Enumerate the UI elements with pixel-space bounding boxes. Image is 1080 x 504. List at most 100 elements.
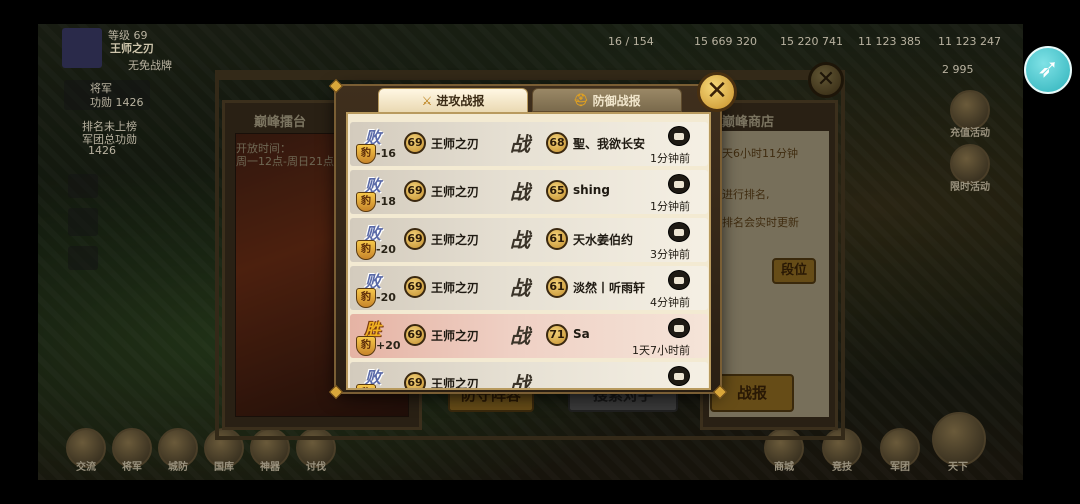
crusade-label: 讨伐 bbox=[306, 462, 326, 473]
battle-report-dialog: ⚔ 进攻战报 ⛑ 防御战报 败豹 -16 69 王师之刃战 68 聖、我欲长安 1分钟前败豹… bbox=[328, 78, 728, 400]
rank-badge-icon: 豹 bbox=[356, 336, 376, 356]
player-name: 王师之刃 bbox=[110, 42, 154, 55]
world-label: 天下 bbox=[948, 462, 968, 473]
my-level-badge: 69 bbox=[404, 324, 426, 346]
my-level-badge: 69 bbox=[404, 276, 426, 298]
my-level-badge: 69 bbox=[404, 132, 426, 154]
vs-label: 战 bbox=[510, 324, 530, 348]
report-row[interactable]: 败豹 -20 69 王师之刃 战 61 淡然丨听雨轩 4分钟前 bbox=[350, 266, 708, 310]
artifact-label: 神器 bbox=[260, 462, 280, 473]
my-name: 王师之刃 bbox=[431, 137, 480, 151]
crossed-swords-icon: ⚔ bbox=[421, 93, 433, 108]
player-avatar[interactable] bbox=[62, 28, 102, 68]
opponent-name: 天水姜伯约 bbox=[573, 233, 634, 247]
rank-badge-icon: 豹 bbox=[356, 384, 376, 388]
report-row[interactable]: 胜豹 +20 69 王师之刃 战 71 Sa 1天7小时前 bbox=[350, 314, 708, 358]
opponent-name: shing bbox=[573, 183, 610, 197]
rank-badge-icon: 豹 bbox=[356, 240, 376, 260]
arena-close-icon[interactable]: ✕ bbox=[808, 62, 844, 98]
rocket-icon[interactable]: ➶ bbox=[1024, 46, 1072, 94]
tab-defense-report[interactable]: ⛑ 防御战报 bbox=[532, 88, 682, 112]
score-delta: +20 bbox=[376, 339, 401, 352]
result-label: 胜 bbox=[364, 320, 381, 339]
opponent-name: 聖、我欲长安 bbox=[573, 137, 646, 151]
report-row[interactable]: 败豹 -20 69 王师之刃 战 61 天水姜伯约 3分钟前 bbox=[350, 218, 708, 262]
tab-attack-label: 进攻战报 bbox=[436, 94, 485, 108]
my-name: 王师之刃 bbox=[431, 233, 480, 247]
shop-countdown: 天6小时11分钟 bbox=[722, 147, 798, 160]
limited-activity-label: 限时活动 bbox=[950, 182, 990, 193]
mail-icon[interactable] bbox=[68, 174, 98, 198]
vs-label: 战 bbox=[510, 276, 530, 300]
report-time: 1分钟前 bbox=[650, 152, 690, 165]
rank-tier-button[interactable]: 段位 bbox=[772, 258, 816, 284]
opponent-level-badge: 68 bbox=[546, 132, 568, 154]
replay-video-icon[interactable] bbox=[668, 126, 690, 146]
result-label: 败 bbox=[364, 224, 381, 243]
opponent-name: 淡然丨听雨轩 bbox=[573, 281, 646, 295]
opponent-level-badge: 61 bbox=[546, 276, 568, 298]
vs-label: 战 bbox=[510, 372, 530, 390]
report-list-container[interactable]: 败豹 -16 69 王师之刃战 68 聖、我欲长安 1分钟前败豹 -18 69 王师之刃战 65 sh… bbox=[346, 112, 711, 390]
resource-food: 15 220 741 bbox=[780, 35, 843, 48]
arena-open-time: 周一12点-周日21点 bbox=[236, 155, 334, 168]
vs-label: 战 bbox=[510, 180, 530, 204]
resource-gold: 15 669 320 bbox=[694, 35, 757, 48]
replay-video-icon[interactable] bbox=[668, 270, 690, 290]
resource-troops: 16 / 154 bbox=[608, 35, 654, 48]
helmet-icon: ⛑ bbox=[573, 93, 589, 107]
rank-badge-icon: 豹 bbox=[356, 288, 376, 308]
my-name: 王师之刃 bbox=[431, 185, 480, 199]
opponent-level-badge: 71 bbox=[546, 324, 568, 346]
report-row[interactable]: 败豹 -16 69 王师之刃 战 68 聖、我欲长安 1分钟前 bbox=[350, 122, 708, 166]
score-delta: -18 bbox=[376, 195, 396, 208]
resource-gems: 2 995 bbox=[942, 63, 974, 76]
shop-note-2: 排名会实时更新 bbox=[722, 216, 799, 229]
general-label: 将军 bbox=[122, 462, 142, 473]
my-level-badge: 69 bbox=[404, 228, 426, 250]
tab-defense-label: 防御战报 bbox=[592, 93, 641, 108]
shop-note-1: 进行排名, bbox=[722, 188, 770, 201]
close-icon[interactable]: ✕ bbox=[697, 72, 737, 112]
city-defense-label: 城防 bbox=[168, 462, 188, 473]
my-name: 王师之刃 bbox=[431, 281, 480, 295]
score-delta: -16 bbox=[376, 147, 396, 160]
recharge-activity-label: 充值活动 bbox=[950, 128, 990, 139]
replay-video-icon[interactable] bbox=[668, 366, 690, 386]
vs-label: 战 bbox=[510, 228, 530, 252]
opponent-level-badge: 61 bbox=[546, 228, 568, 250]
chat-label: 交流 bbox=[76, 462, 96, 473]
result-label: 败 bbox=[364, 128, 381, 147]
game-screen: 等级 69 王师之刃 无免战牌 将军 功勋 1426 排名未上榜 军团总功勋 1… bbox=[0, 0, 1080, 504]
arena-title: 巅峰擂台 bbox=[254, 115, 307, 130]
report-row[interactable]: 败豹 -18 69 王师之刃 战 65 shing 1分钟前 bbox=[350, 170, 708, 214]
my-name: 王师之刃 bbox=[431, 329, 480, 343]
score-delta: -20 bbox=[376, 291, 396, 304]
my-level-badge: 69 bbox=[404, 180, 426, 202]
replay-video-icon[interactable] bbox=[668, 222, 690, 242]
report-row[interactable]: 败豹 69 王师之刃 战 bbox=[350, 362, 708, 390]
map-icon[interactable] bbox=[68, 208, 98, 236]
treasury-label: 国库 bbox=[214, 462, 234, 473]
player-status: 无免战牌 bbox=[128, 59, 172, 72]
resource-iron: 11 123 247 bbox=[938, 35, 1001, 48]
opponent-level-badge: 65 bbox=[546, 180, 568, 202]
score-delta: -20 bbox=[376, 243, 396, 256]
resource-wood: 11 123 385 bbox=[858, 35, 921, 48]
rank-badge-icon: 豹 bbox=[356, 192, 376, 212]
result-label: 败 bbox=[364, 176, 381, 195]
book-icon[interactable] bbox=[68, 246, 98, 270]
opponent-name: Sa bbox=[573, 327, 590, 341]
my-name: 王师之刃 bbox=[431, 377, 480, 390]
report-time: 1分钟前 bbox=[650, 200, 690, 213]
rank-value: 功勋 1426 bbox=[90, 96, 144, 109]
replay-video-icon[interactable] bbox=[668, 318, 690, 338]
rank-badge-icon: 豹 bbox=[356, 144, 376, 164]
replay-video-icon[interactable] bbox=[668, 174, 690, 194]
shop-label: 商城 bbox=[774, 462, 794, 473]
vs-label: 战 bbox=[510, 132, 530, 156]
shop-title: 巅峰商店 bbox=[722, 115, 775, 130]
report-time: 4分钟前 bbox=[650, 296, 690, 309]
tab-attack-report[interactable]: ⚔ 进攻战报 bbox=[378, 88, 528, 112]
report-time: 1天7小时前 bbox=[632, 344, 690, 357]
